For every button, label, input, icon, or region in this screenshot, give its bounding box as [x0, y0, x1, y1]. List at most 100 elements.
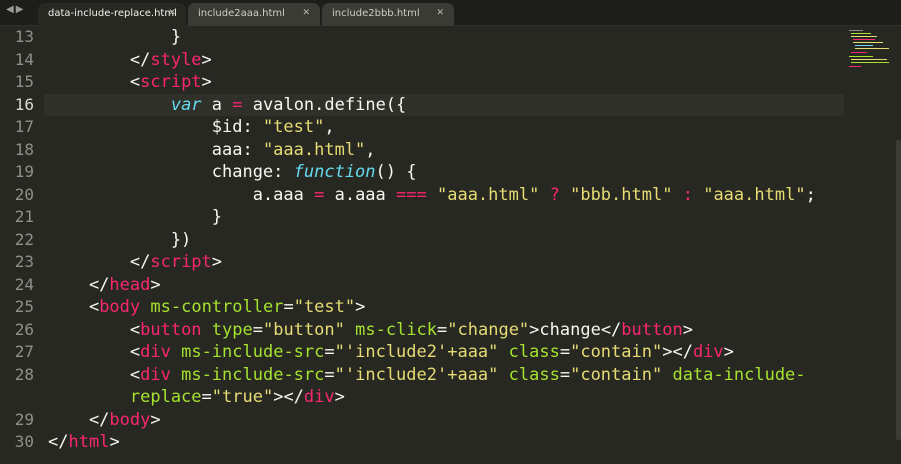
vertical-scrollbar[interactable] [896, 140, 901, 440]
minimap-line [849, 56, 873, 57]
code-line[interactable]: } [48, 26, 181, 49]
code-token: function [293, 162, 376, 182]
minimap-line [851, 62, 889, 63]
code-line[interactable]: <div ms-include-src="'include2'+aaa" cla… [48, 341, 734, 364]
code-token: "'include2'+aaa" [334, 364, 499, 385]
line-number: 27 [14, 342, 34, 361]
line-number: 29 [14, 409, 34, 429]
close-icon[interactable]: ✕ [302, 8, 310, 18]
code-token: "contain" [570, 364, 663, 385]
code-token: ms-click [355, 319, 438, 340]
minimap-line [855, 45, 873, 46]
code-token: < [48, 364, 141, 385]
minimap-line [851, 33, 871, 34]
minimap-line [853, 39, 875, 40]
code-token: = [232, 94, 243, 115]
line-number: 13 [14, 27, 34, 46]
code-line[interactable]: <button type="button" ms-click="change">… [48, 319, 693, 342]
tab-label: include2bbb.html [332, 8, 420, 19]
code-line[interactable]: </script> [48, 251, 222, 274]
minimap-line [849, 66, 861, 67]
code-token: = [559, 342, 571, 362]
line-number: 24 [14, 274, 34, 294]
code-token: class [508, 364, 560, 385]
code-line[interactable]: aaa: "aaa.html", [48, 139, 376, 162]
code-line[interactable]: </style> [48, 49, 212, 72]
minimap-line [851, 52, 867, 53]
minimap-line [849, 30, 863, 31]
code-token: </ [48, 49, 151, 70]
minimap-line [851, 36, 877, 37]
tab-label: include2aaa.html [198, 8, 285, 19]
code-line[interactable]: }) [48, 229, 191, 252]
tab-include2aaa[interactable]: include2aaa.html ✕ [188, 3, 320, 26]
line-number: 20 [14, 184, 34, 204]
code-token: body [99, 297, 141, 317]
code-token: ? [549, 184, 560, 205]
line-number: 21 [14, 207, 34, 226]
code-line[interactable]: } [48, 206, 222, 229]
code-token: div [140, 342, 171, 362]
close-icon[interactable]: ✕ [436, 8, 444, 18]
code-line[interactable]: a.aaa = a.aaa === "aaa.html" ? "bbb.html… [48, 184, 816, 207]
code-token: : [682, 184, 693, 205]
code-line[interactable]: var a = avalon.define({ [48, 94, 406, 117]
code-token: = [252, 319, 263, 340]
code-token: "test" [262, 117, 325, 137]
code-token: }) [48, 229, 192, 250]
code-token: < [48, 319, 141, 340]
code-line[interactable]: <div ms-include-src="'include2'+aaa" cla… [48, 364, 806, 387]
code-line[interactable]: $id: "test", [48, 116, 335, 139]
code-token: "'include2'+aaa" [334, 342, 499, 362]
code-line[interactable]: </html> [48, 431, 120, 454]
code-token: } [48, 27, 182, 47]
code-token: > [150, 274, 161, 295]
code-token: ></ [662, 342, 693, 362]
forward-arrow-icon[interactable]: ▶ [16, 4, 26, 15]
code-line[interactable]: change: function() { [48, 161, 417, 184]
code-line[interactable]: replace="true"></div> [48, 386, 345, 409]
code-token: > [201, 72, 212, 92]
code-token: > [723, 342, 734, 362]
code-editor[interactable]: 13 } 14 </style> 15 <script> 16 var a = ava… [0, 26, 901, 464]
code-token: ; [805, 184, 816, 205]
tab-include2bbb[interactable]: include2bbb.html ✕ [322, 3, 454, 26]
code-token: "true" [211, 387, 274, 407]
code-line[interactable]: <script> [48, 71, 212, 94]
code-token: type [211, 319, 253, 340]
code-token: > [109, 432, 120, 452]
code-token: button [140, 319, 202, 340]
code-token: </ [48, 252, 151, 272]
code-token: = [314, 184, 325, 205]
code-token: script [140, 72, 202, 92]
code-token: a.aaa [48, 184, 315, 205]
code-token: , [365, 139, 376, 160]
code-token: ms-include-src [181, 342, 325, 362]
minimap[interactable] [843, 28, 893, 72]
code-token: > [682, 319, 693, 340]
tab-nav-arrows[interactable]: ◀▶ [6, 4, 25, 22]
close-icon[interactable]: ✕ [168, 8, 176, 18]
code-token: ></ [273, 387, 304, 407]
code-line[interactable]: <body ms-controller="test"> [48, 296, 365, 319]
code-line[interactable]: </body> [48, 409, 161, 432]
code-token: "change" [447, 319, 530, 340]
code-token: = [324, 364, 335, 385]
code-token: script [150, 252, 212, 272]
back-arrow-icon[interactable]: ◀ [6, 4, 16, 15]
code-token: class [508, 342, 560, 362]
code-line[interactable]: </head> [48, 274, 161, 297]
tab-data-include-replace[interactable]: data-include-replace.html ✕ [38, 3, 186, 26]
code-token: "aaa.html" [436, 184, 540, 205]
code-token: > [355, 297, 366, 317]
code-token: === [396, 184, 427, 205]
code-token: ms-controller [150, 297, 284, 317]
line-number: 17 [14, 117, 34, 136]
code-token: </ [48, 409, 110, 430]
code-token: var [170, 94, 202, 115]
